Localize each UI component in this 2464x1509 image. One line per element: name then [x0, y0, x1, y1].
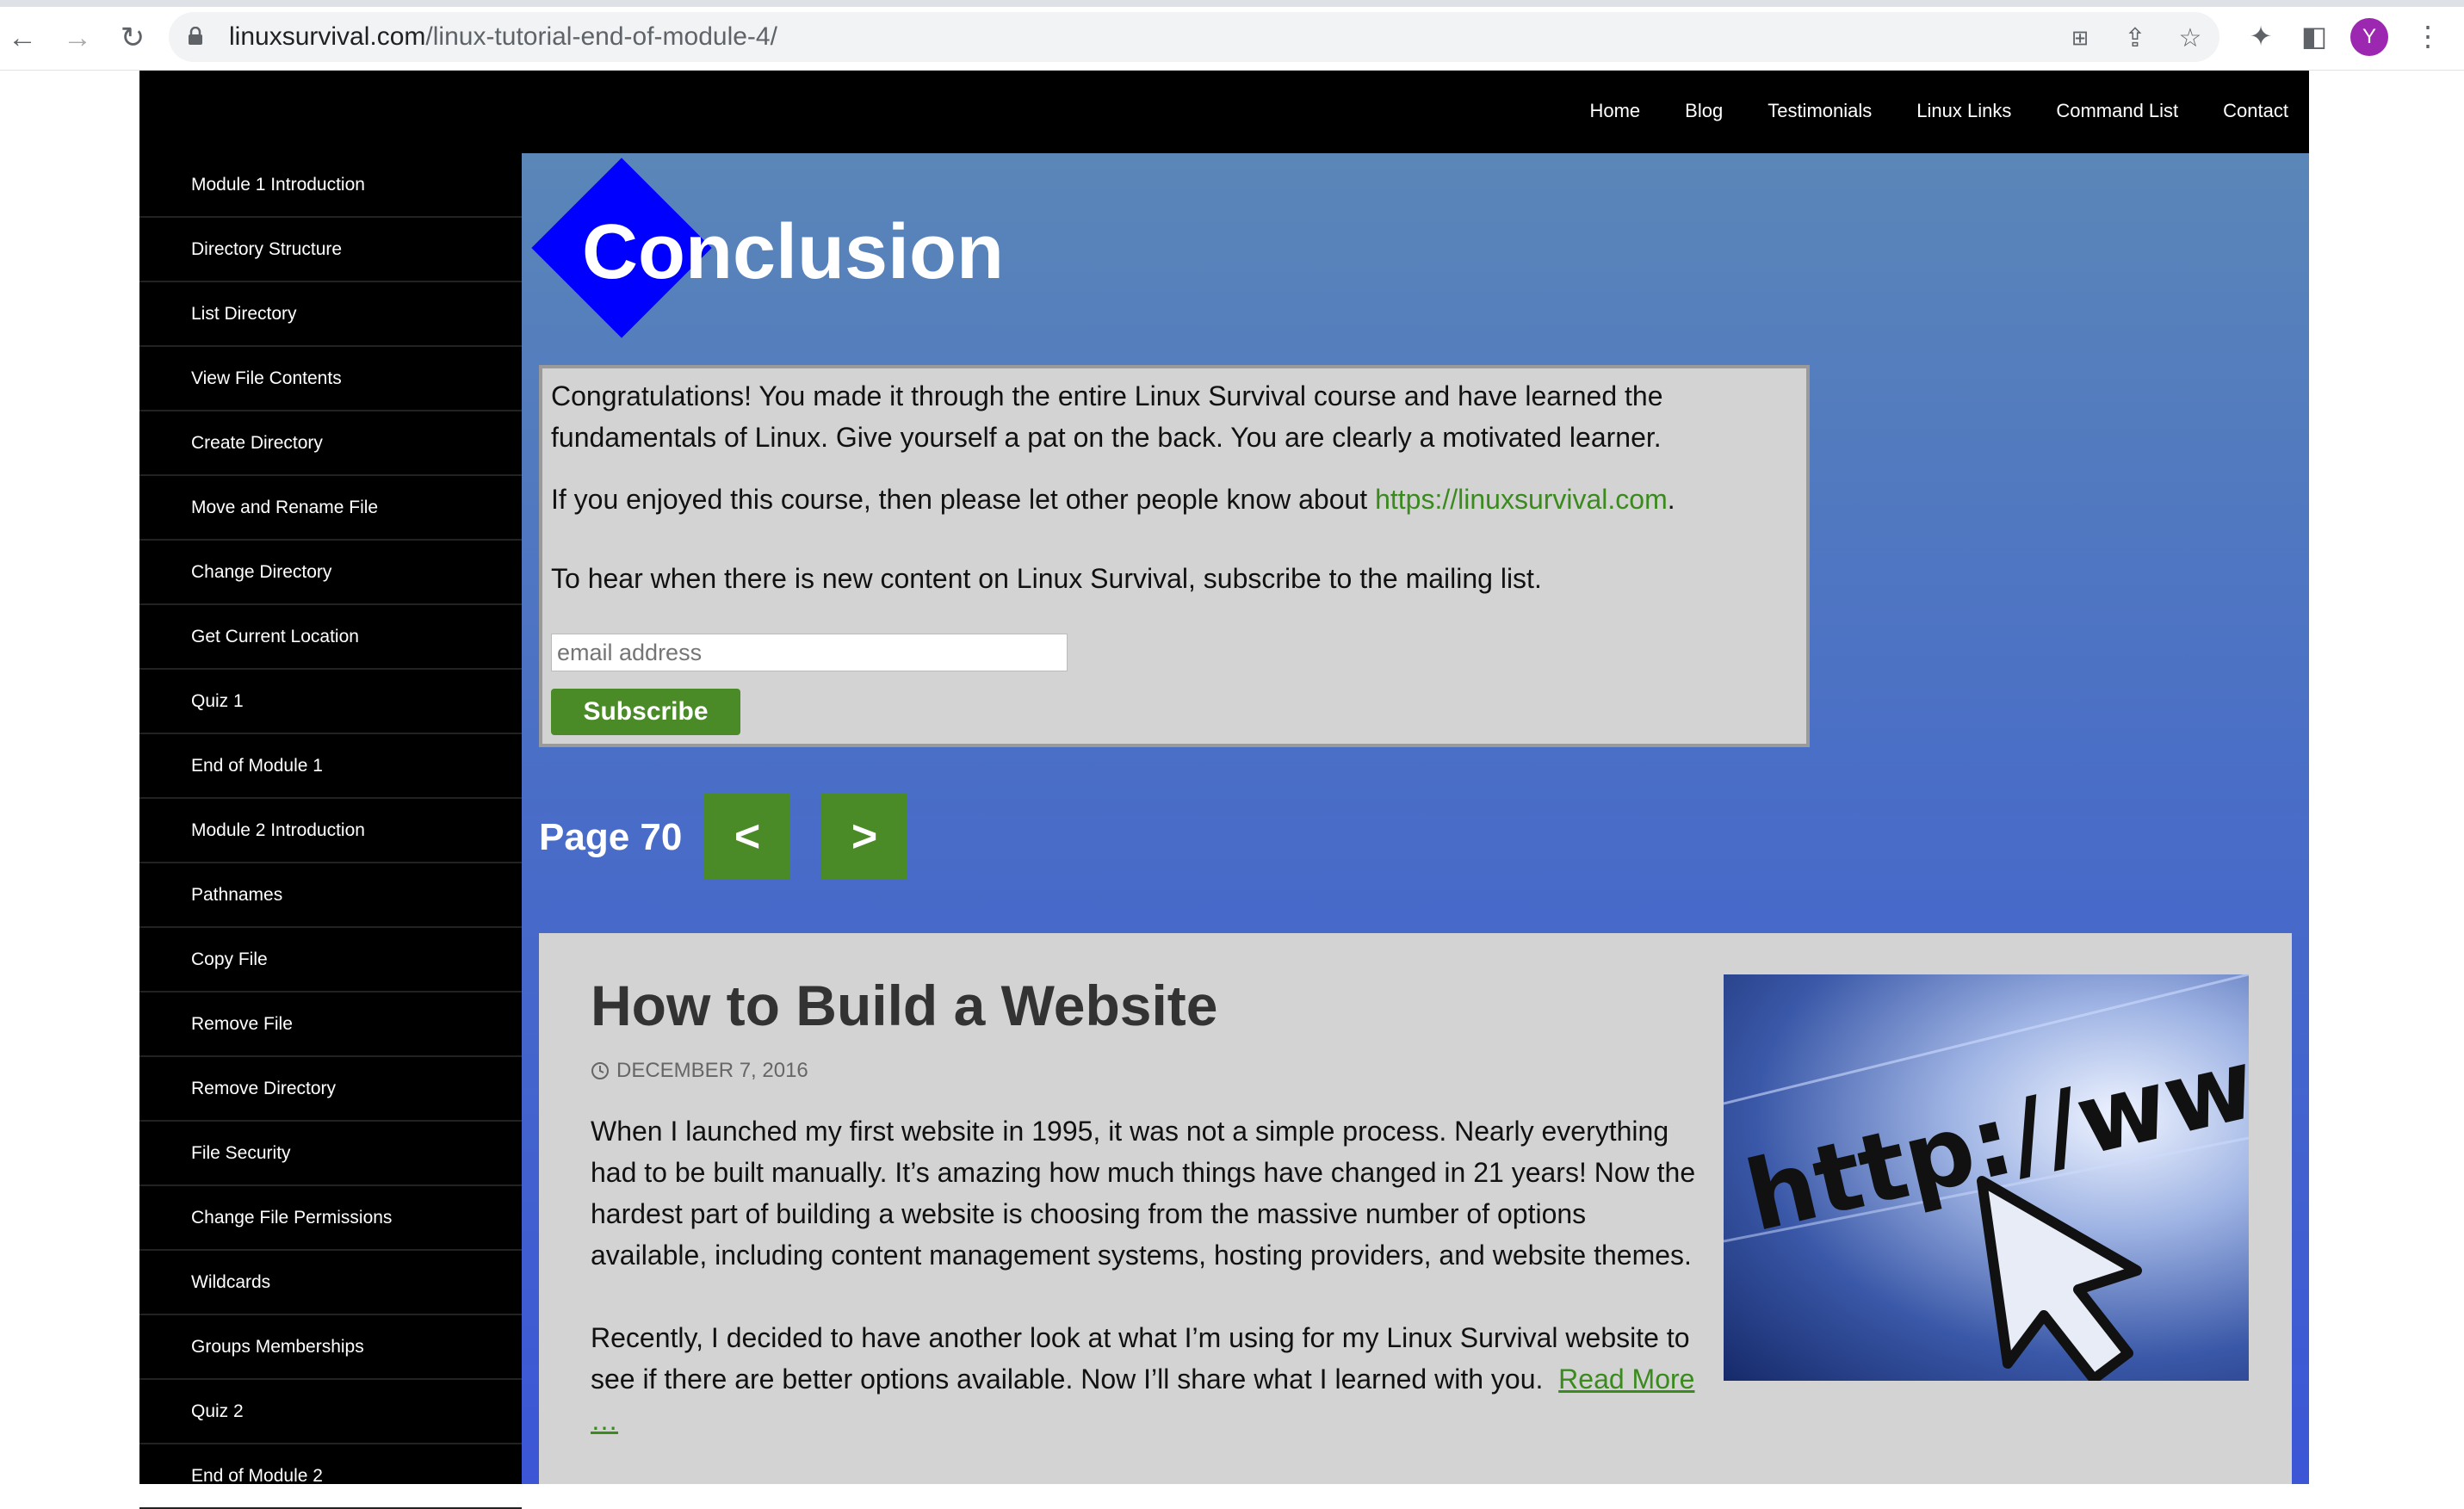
sidebar-item[interactable]: Get Current Location	[139, 605, 522, 670]
share-text: If you enjoyed this course, then please …	[551, 479, 1756, 520]
sidebar-item[interactable]: Directory Structure	[139, 218, 522, 282]
sidebar-item[interactable]: View File Contents	[139, 347, 522, 411]
forward-icon[interactable]: →	[59, 19, 96, 57]
sidebar: Module 1 Introduction Directory Structur…	[139, 153, 522, 1509]
page-number: Page 70	[539, 816, 683, 858]
email-field[interactable]	[551, 634, 1068, 671]
nav-blog[interactable]: Blog	[1685, 100, 1723, 122]
sidebar-item[interactable]: Change File Permissions	[139, 1186, 522, 1251]
back-icon[interactable]: ←	[3, 19, 41, 57]
post-paragraph: When I launched my first website in 1995…	[591, 1116, 1696, 1271]
sidebar-item[interactable]: Module 1 Introduction	[139, 153, 522, 218]
congrats-text: Congratulations! You made it through the…	[551, 380, 1663, 453]
sidebar-item[interactable]: Wildcards	[139, 1251, 522, 1315]
nav-contact[interactable]: Contact	[2223, 100, 2288, 122]
sidebar-item[interactable]: Change Directory	[139, 541, 522, 605]
post-paragraph: Recently, I decided to have another look…	[591, 1317, 1710, 1441]
top-nav: Home Blog Testimonials Linux Links Comma…	[1589, 100, 2288, 122]
sidebar-item[interactable]: Remove Directory	[139, 1057, 522, 1122]
translate-icon[interactable]: ⊞	[2065, 22, 2096, 53]
sidebar-item[interactable]: List Directory	[139, 282, 522, 347]
sidebar-item[interactable]: End of Module 1	[139, 734, 522, 799]
page-title: Conclusion	[582, 209, 1004, 295]
sidebar-item[interactable]: Copy File	[139, 928, 522, 993]
bookmark-star-icon[interactable]: ☆	[2175, 22, 2206, 53]
reload-icon[interactable]: ↻	[114, 19, 152, 57]
sidebar-item[interactable]: Move and Rename File	[139, 476, 522, 541]
more-menu-icon[interactable]: ⋮	[2411, 19, 2445, 53]
http-cursor-illustration: http://www	[1724, 974, 2249, 1381]
profile-avatar[interactable]: Y	[2350, 18, 2388, 56]
post-date: DECEMBER 7, 2016	[591, 1059, 808, 1083]
nav-home[interactable]: Home	[1589, 100, 1640, 122]
nav-testimonials[interactable]: Testimonials	[1768, 100, 1872, 122]
site-page: Home Blog Testimonials Linux Links Comma…	[139, 71, 2309, 1509]
top-nav-bar: Home Blog Testimonials Linux Links Comma…	[139, 71, 2309, 153]
lock-icon	[189, 27, 202, 45]
post-thumbnail[interactable]: http://www	[1724, 974, 2249, 1381]
url-text[interactable]: linuxsurvival.com/linux-tutorial-end-of-…	[229, 22, 777, 52]
url-path: /linux-tutorial-end-of-module-4/	[425, 22, 777, 51]
tab-strip-edge	[0, 0, 2464, 7]
mailing-text: To hear when there is new content on Lin…	[551, 563, 1542, 594]
congrats-box: Congratulations! You made it through the…	[539, 365, 1810, 747]
sidebar-item[interactable]: Remove File	[139, 993, 522, 1057]
sidebar-item[interactable]: Module 2 Introduction	[139, 799, 522, 863]
main-content: Conclusion Congratulations! You made it …	[522, 153, 2309, 1484]
blog-post-card: How to Build a Website DECEMBER 7, 2016 …	[539, 933, 2292, 1484]
site-link[interactable]: https://linuxsurvival.com	[1375, 484, 1668, 515]
prev-page-button[interactable]: <	[704, 794, 790, 880]
sidebar-item[interactable]: File Security	[139, 1122, 522, 1186]
sidebar-item[interactable]: Pathnames	[139, 863, 522, 928]
post-date-text: DECEMBER 7, 2016	[616, 1059, 808, 1082]
browser-toolbar: ← → ↻ linuxsurvival.com/linux-tutorial-e…	[0, 0, 2464, 71]
sidebar-item[interactable]: End of Module 2	[139, 1444, 522, 1509]
post-excerpt: When I launched my first website in 1995…	[591, 1110, 1710, 1482]
nav-command-list[interactable]: Command List	[2056, 100, 2178, 122]
sidebar-item[interactable]: Groups Memberships	[139, 1315, 522, 1380]
extensions-icon[interactable]: ✦	[2244, 19, 2278, 53]
side-panel-icon[interactable]: ◧	[2297, 19, 2331, 53]
address-bar[interactable]: linuxsurvival.com/linux-tutorial-end-of-…	[169, 12, 2219, 62]
sidebar-item[interactable]: Quiz 2	[139, 1380, 522, 1444]
url-domain: linuxsurvival.com	[229, 22, 426, 51]
subscribe-button[interactable]: Subscribe	[551, 689, 740, 735]
share-icon[interactable]: ⇪	[2120, 22, 2151, 53]
cursor-arrow-icon	[1977, 1176, 2142, 1381]
next-page-button[interactable]: >	[821, 794, 907, 880]
share-suffix: .	[1667, 484, 1675, 515]
nav-linux-links[interactable]: Linux Links	[1916, 100, 2011, 122]
sidebar-item[interactable]: Create Directory	[139, 411, 522, 476]
post-paragraph-text: Recently, I decided to have another look…	[591, 1322, 1690, 1395]
sidebar-item[interactable]: Quiz 1	[139, 670, 522, 734]
share-prefix: If you enjoyed this course, then please …	[551, 484, 1376, 515]
post-title[interactable]: How to Build a Website	[591, 973, 1217, 1038]
clock-icon	[591, 1062, 609, 1079]
